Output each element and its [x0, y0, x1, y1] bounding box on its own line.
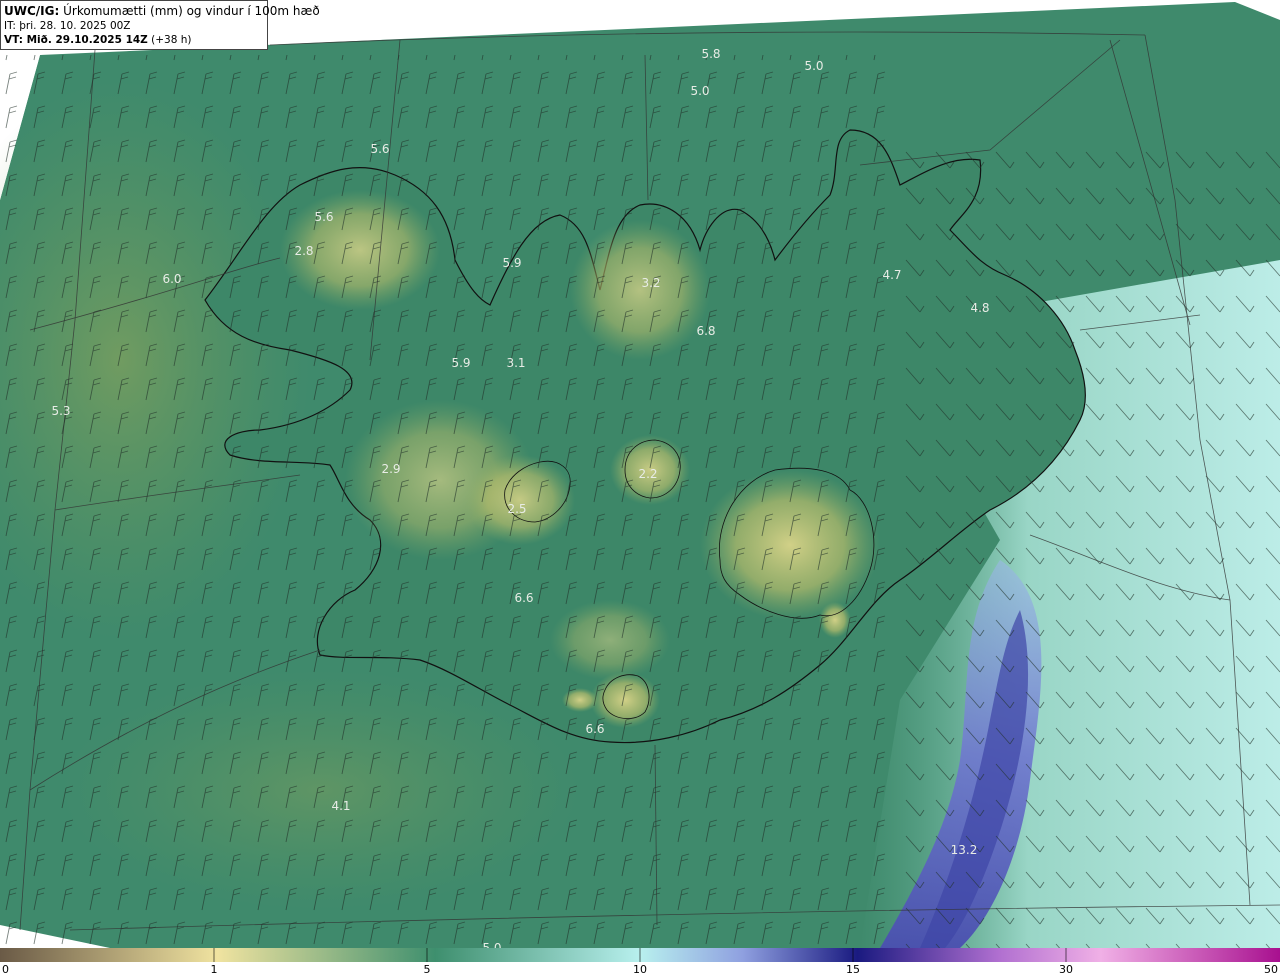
value-label: 2.5 — [507, 502, 526, 516]
model-name: UWC/IG: — [4, 4, 60, 18]
value-label: 3.2 — [641, 276, 660, 290]
forecast-map: 5.8 5.0 5.0 5.6 5.6 2.8 6.0 5.9 3.2 4.7 … — [0, 0, 1280, 978]
colorbar-label-1: 1 — [210, 963, 218, 976]
valid-prefix: VT: — [4, 34, 23, 46]
colorbar — [0, 948, 1280, 962]
value-label: 5.9 — [502, 256, 521, 270]
value-label: 3.1 — [506, 356, 525, 370]
value-label: 6.6 — [514, 591, 533, 605]
colorbar-label-15: 15 — [846, 963, 860, 976]
lead-time: (+38 h) — [151, 34, 192, 46]
value-label: 5.6 — [314, 210, 333, 224]
value-label: 6.6 — [585, 722, 604, 736]
value-label: 2.9 — [381, 462, 400, 476]
valid-time: Mið. 29.10.2025 14Z — [26, 34, 148, 46]
issue-time: IT: þri. 28. 10. 2025 00Z — [4, 20, 131, 32]
value-label: 4.1 — [331, 799, 350, 813]
value-label: 5.6 — [370, 142, 389, 156]
value-label: 5.3 — [51, 404, 70, 418]
value-label: 6.0 — [162, 272, 181, 286]
colorbar-labels: 0 1 5 10 15 30 50 — [0, 962, 1280, 978]
value-label: 2.8 — [294, 244, 313, 258]
value-label: 4.8 — [970, 301, 989, 315]
wind-barbs-west — [0, 55, 900, 948]
value-label: 5.9 — [451, 356, 470, 370]
colorbar-label-5: 5 — [423, 963, 431, 976]
colorbar-label-30: 30 — [1059, 963, 1073, 976]
value-label: 13.2 — [951, 843, 978, 857]
value-label: 5.0 — [690, 84, 709, 98]
value-label: 2.2 — [638, 467, 657, 481]
map-header: UWC/IG: Úrkomumætti (mm) og vindur í 100… — [0, 0, 320, 50]
value-label: 5.0 — [804, 59, 823, 73]
map-title: Úrkomumætti (mm) og vindur í 100m hæð — [63, 4, 320, 18]
value-label: 5.8 — [701, 47, 720, 61]
colorbar-label-0: 0 — [2, 963, 9, 976]
header-title-line: UWC/IG: Úrkomumætti (mm) og vindur í 100… — [4, 4, 320, 19]
colorbar-label-10: 10 — [633, 963, 647, 976]
value-label: 6.8 — [696, 324, 715, 338]
wind-barbs — [0, 55, 1280, 948]
valid-time-line: VT: Mið. 29.10.2025 14Z (+38 h) — [4, 33, 264, 47]
value-label: 4.7 — [882, 268, 901, 282]
colorbar-label-50: 50 — [1264, 963, 1278, 976]
wind-barbs-east — [900, 150, 1280, 948]
